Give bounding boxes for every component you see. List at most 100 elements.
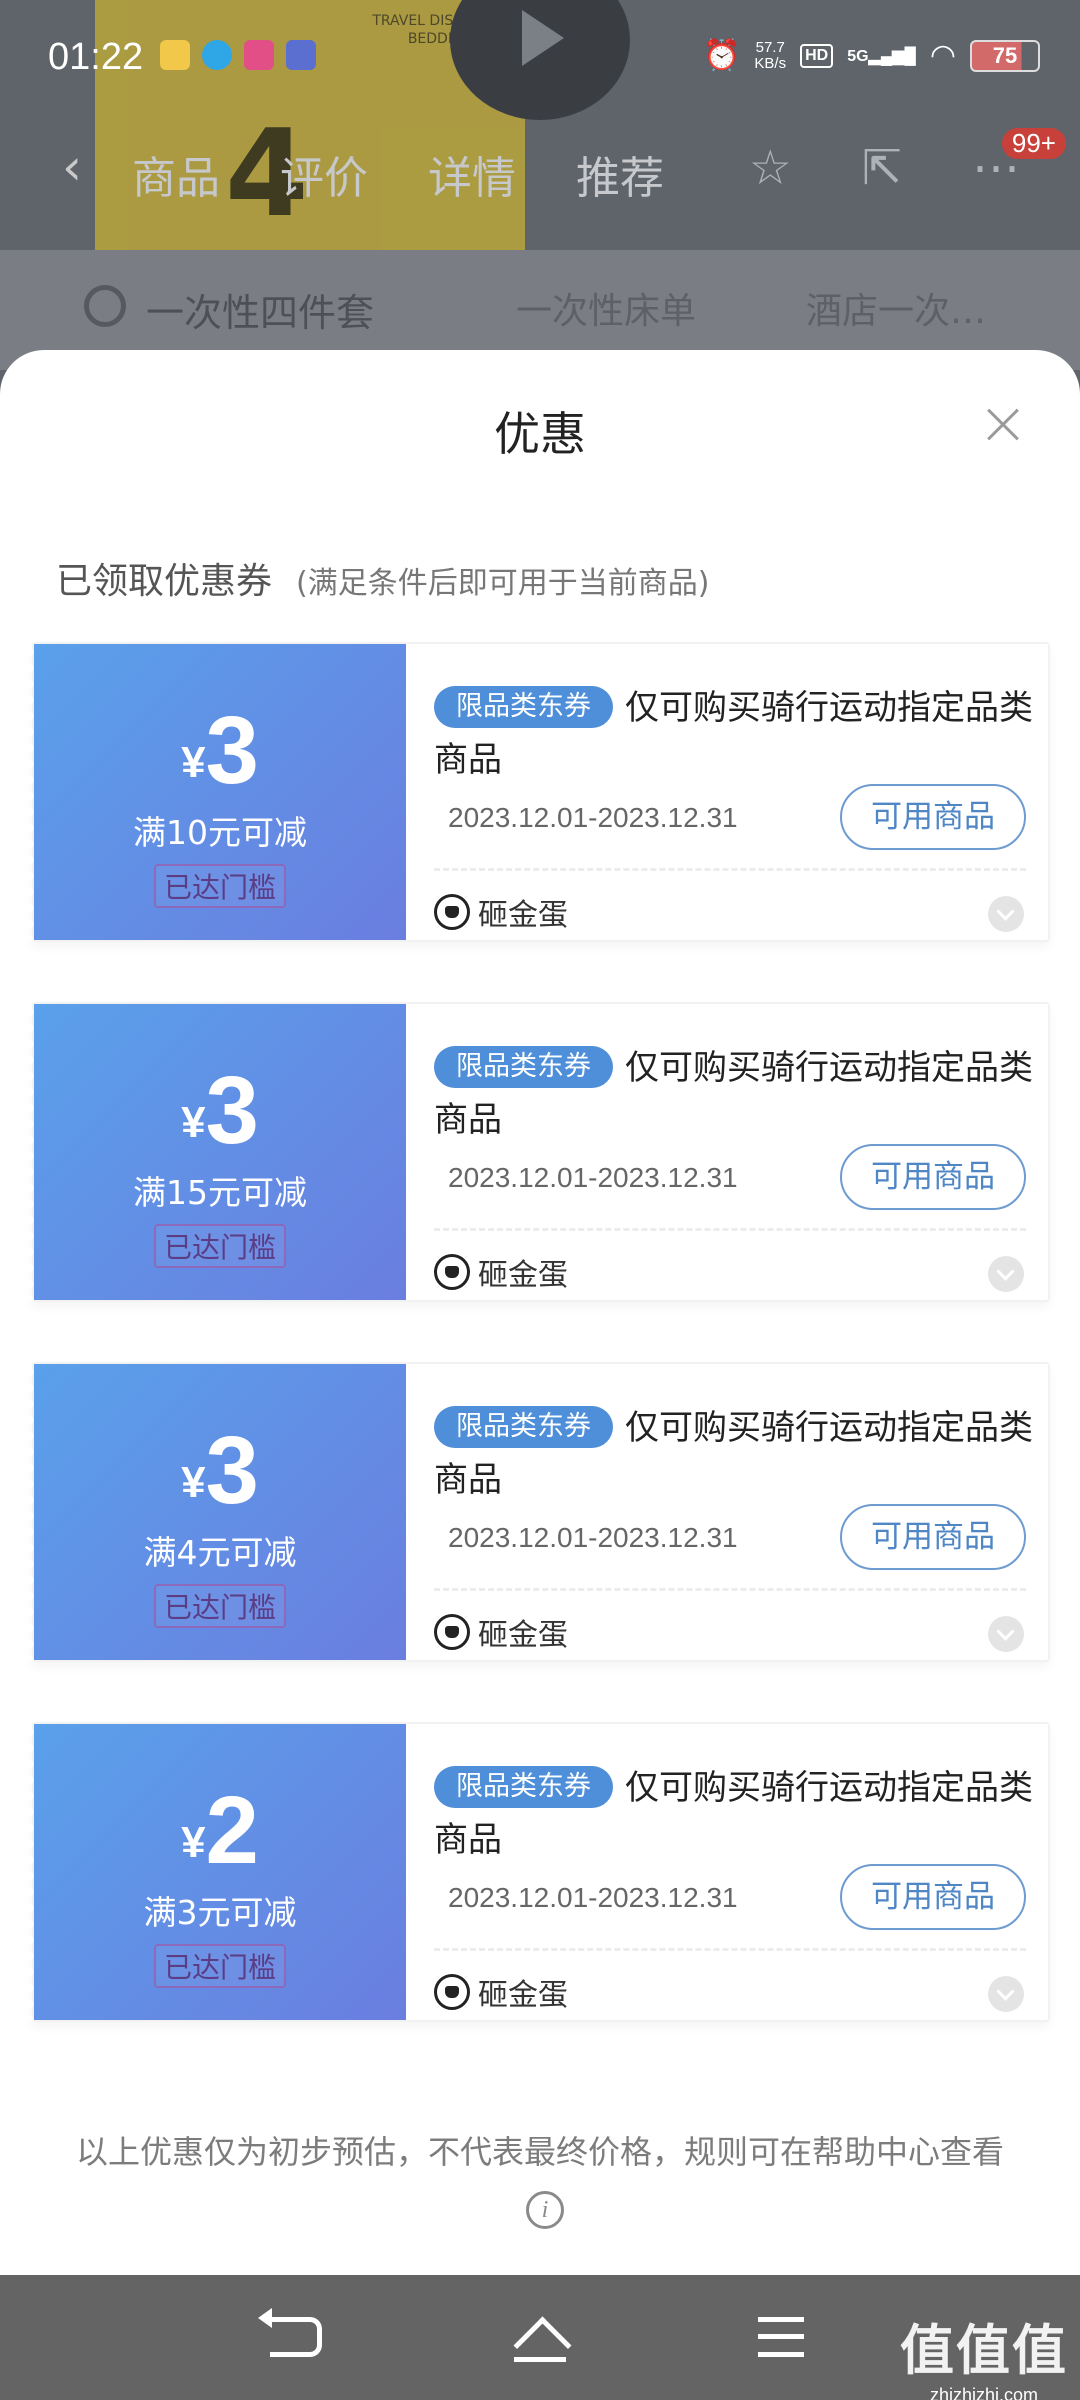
threshold-reached-badge: 已达门槛 xyxy=(153,864,287,908)
coupon-amount: ¥3 xyxy=(34,696,406,806)
coupon-condition: 满3元可减 xyxy=(143,1893,297,1932)
currency-symbol: ¥ xyxy=(181,1458,206,1507)
message-badge: 99+ xyxy=(1001,128,1066,159)
usable-products-button[interactable]: 可用商品 xyxy=(840,1864,1026,1930)
coupon-validity: 2023.12.01-2023.12.31 xyxy=(448,1882,738,1913)
network-speed: 57.7 KB/s xyxy=(754,38,787,72)
dashed-divider xyxy=(434,1948,1026,1951)
battery-indicator: 75 xyxy=(970,39,1040,72)
threshold-reached-badge: 已达门槛 xyxy=(153,1584,287,1628)
tab-details: 详情 xyxy=(428,153,516,204)
app-notification-icon xyxy=(244,40,274,70)
coupon-amount: ¥3 xyxy=(34,1056,406,1166)
coupon-info-panel: 限品类东券 仅可购买骑行运动指定品类商品 2023.12.01-2023.12.3… xyxy=(406,644,1052,940)
coupon-amount: ¥3 xyxy=(34,1416,406,1526)
coupon-amount-value: 3 xyxy=(205,697,259,804)
coupon-card: ¥3 满10元可减 已达门槛 限品类东券 仅可购买骑行运动指定品类商品 2023.… xyxy=(28,642,1052,942)
coupon-validity: 2023.12.01-2023.12.31 xyxy=(448,1522,738,1553)
watermark-main: 值值值 xyxy=(900,2319,1068,2382)
qq-icon xyxy=(202,40,232,70)
info-icon[interactable]: i xyxy=(526,2191,564,2229)
wifi-icon: ◠ xyxy=(929,38,956,73)
coupon-condition: 满15元可减 xyxy=(133,1173,307,1212)
signal-icon: 5G▂▄▆█ xyxy=(847,47,916,65)
chevron-down-icon[interactable] xyxy=(988,896,1024,932)
system-menu-icon[interactable] xyxy=(758,2317,804,2357)
product-nav-icons: ☆ ⇱ ⋯ xyxy=(749,140,1020,196)
search-keyword: 一次性床单 xyxy=(516,291,697,332)
disclaimer-text: 以上优惠仅为初步预估，不代表最终价格，规则可在帮助中心查看 xyxy=(75,2133,1004,2171)
threshold-reached-badge: 已达门槛 xyxy=(153,1944,287,1988)
golden-egg-icon xyxy=(434,1254,470,1290)
coupon-value-panel: ¥3 满4元可减 已达门槛 xyxy=(28,1364,406,1660)
coupon-amount-value: 3 xyxy=(205,1057,259,1164)
dashed-divider xyxy=(434,868,1026,871)
coupon-source: 砸金蛋 xyxy=(434,1610,568,1654)
app-notification-icon xyxy=(286,40,316,70)
coupon-amount-value: 3 xyxy=(205,1417,259,1524)
app-notification-icon xyxy=(160,40,190,70)
coupon-info-panel: 限品类东券 仅可购买骑行运动指定品类商品 2023.12.01-2023.12.3… xyxy=(406,1364,1052,1660)
share-icon: ⇱ xyxy=(861,140,902,196)
status-time: 01:22 xyxy=(48,36,144,78)
notification-icons xyxy=(160,40,316,70)
coupon-value-panel: ¥2 满3元可减 已达门槛 xyxy=(28,1724,406,2020)
search-keyword: 酒店一次… xyxy=(806,291,987,332)
claimed-coupons-header: 已领取优惠券 (满足条件后即可用于当前商品) xyxy=(56,552,709,604)
tab-goods: 商品 xyxy=(132,153,220,204)
currency-symbol: ¥ xyxy=(181,738,206,787)
sheet-title: 优惠 xyxy=(494,407,586,461)
network-speed-unit: KB/s xyxy=(754,54,787,72)
status-right-group: ⏰ 57.7 KB/s HD 5G▂▄▆█ ◠ 75 xyxy=(703,38,1040,73)
coupon-description: 限品类东券 仅可购买骑行运动指定品类商品 xyxy=(434,1042,1034,1146)
coupon-type-tag: 限品类东券 xyxy=(434,1046,613,1088)
coupon-info-panel: 限品类东券 仅可购买骑行运动指定品类商品 2023.12.01-2023.12.3… xyxy=(406,1724,1052,2020)
coupon-card: ¥3 满15元可减 已达门槛 限品类东券 仅可购买骑行运动指定品类商品 2023.… xyxy=(28,1002,1052,1302)
system-home-icon[interactable] xyxy=(510,2317,570,2367)
coupon-source-label: 砸金蛋 xyxy=(478,1978,568,2013)
coupon-amount-value: 2 xyxy=(205,1777,259,1884)
coupon-source-label: 砸金蛋 xyxy=(478,1258,568,1293)
coupon-description: 限品类东券 仅可购买骑行运动指定品类商品 xyxy=(434,682,1034,786)
coupon-card: ¥3 满4元可减 已达门槛 限品类东券 仅可购买骑行运动指定品类商品 2023.1… xyxy=(28,1362,1052,1662)
golden-egg-icon xyxy=(434,1974,470,2010)
usable-products-button[interactable]: 可用商品 xyxy=(840,784,1026,850)
alarm-icon: ⏰ xyxy=(703,38,741,73)
chevron-down-icon[interactable] xyxy=(988,1256,1024,1292)
product-tabs: 商品 评价 详情 推荐 xyxy=(132,142,664,206)
coupon-value-panel: ¥3 满15元可减 已达门槛 xyxy=(28,1004,406,1300)
favorite-star-icon: ☆ xyxy=(748,140,792,196)
watermark-url: zhizhizhi.com xyxy=(929,2385,1039,2400)
system-back-icon[interactable] xyxy=(258,2308,322,2357)
back-arrow-icon: ‹ xyxy=(62,138,82,196)
coupon-source: 砸金蛋 xyxy=(434,890,568,934)
chevron-down-icon[interactable] xyxy=(988,1616,1024,1652)
watermark-logo: 值值值 zhizhizhi.com xyxy=(900,2306,1068,2400)
coupon-condition: 满10元可减 xyxy=(133,813,307,852)
coupon-type-tag: 限品类东券 xyxy=(434,686,613,728)
coupon-info-panel: 限品类东券 仅可购买骑行运动指定品类商品 2023.12.01-2023.12.3… xyxy=(406,1004,1052,1300)
coupon-source: 砸金蛋 xyxy=(434,1970,568,2014)
network-speed-value: 57.7 xyxy=(755,38,785,56)
coupon-source-label: 砸金蛋 xyxy=(478,1618,568,1653)
tab-recommend: 推荐 xyxy=(576,153,664,204)
golden-egg-icon xyxy=(434,1614,470,1650)
coupon-amount: ¥2 xyxy=(34,1776,406,1886)
coupon-validity: 2023.12.01-2023.12.31 xyxy=(448,1162,738,1193)
dashed-divider xyxy=(434,1588,1026,1591)
disclaimer-footnote: 以上优惠仅为初步预估，不代表最终价格，规则可在帮助中心查看 i xyxy=(70,2128,1010,2229)
usable-products-button[interactable]: 可用商品 xyxy=(840,1144,1026,1210)
golden-egg-icon xyxy=(434,894,470,930)
status-bar: 01:22 ⏰ 57.7 KB/s HD 5G▂▄▆█ ◠ 75 xyxy=(0,0,1080,118)
usable-products-button[interactable]: 可用商品 xyxy=(840,1504,1026,1570)
network-type: 5G xyxy=(847,47,869,65)
hd-icon: HD xyxy=(800,43,834,68)
chevron-down-icon[interactable] xyxy=(988,1976,1024,2012)
coupon-source: 砸金蛋 xyxy=(434,1250,568,1294)
coupon-type-tag: 限品类东券 xyxy=(434,1406,613,1448)
close-icon[interactable] xyxy=(978,400,1028,450)
search-keyword: 一次性四件套 xyxy=(146,291,375,335)
currency-symbol: ¥ xyxy=(181,1098,206,1147)
currency-symbol: ¥ xyxy=(181,1818,206,1867)
coupon-bottom-sheet: 优惠 已领取优惠券 (满足条件后即可用于当前商品) ¥3 满10元可减 已达门槛… xyxy=(0,350,1080,2275)
